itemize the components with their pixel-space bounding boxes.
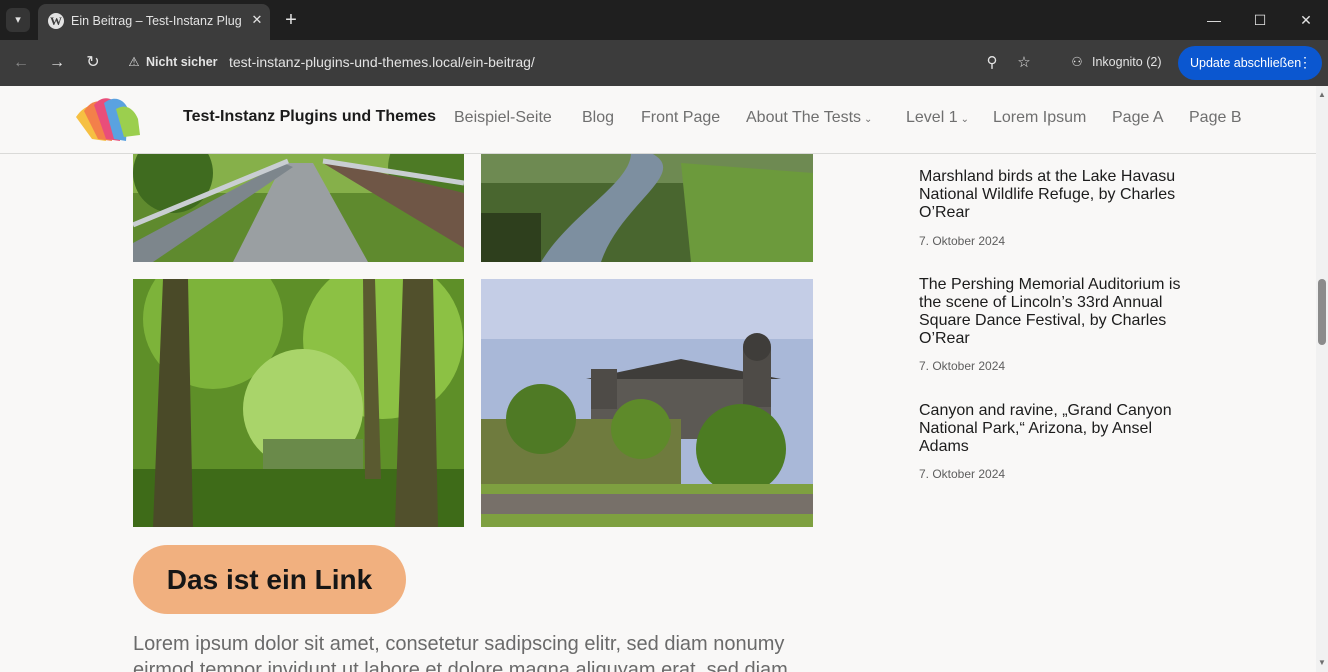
scrollbar-thumb[interactable] (1318, 279, 1326, 345)
menu-item-label: Level 1 (906, 109, 958, 126)
menu-item-page-a[interactable]: Page A (1112, 109, 1164, 127)
site-title[interactable]: Test-Instanz Plugins und Themes (183, 108, 436, 126)
browser-tab-active[interactable]: W Ein Beitrag – Test-Instanz Plugins und… (38, 4, 270, 40)
site-header: Test-Instanz Plugins und Themes Beispiel… (0, 86, 1316, 154)
incognito-label: Inkognito (2) (1092, 55, 1162, 69)
site-security-indicator[interactable]: ⚠ Nicht sicher (126, 54, 218, 72)
recent-post-title[interactable]: Canyon and ravine, „Grand Canyon Nationa… (919, 402, 1181, 456)
menu-item-label: Beispiel-Seite (454, 109, 552, 126)
gallery-image-castle[interactable] (481, 279, 813, 527)
menu-item-page-b[interactable]: Page B (1189, 109, 1241, 127)
minimize-icon[interactable]: — (1201, 8, 1227, 32)
menu-item-label: Blog (582, 109, 615, 126)
warning-icon: ⚠ (128, 55, 140, 69)
menu-item-blog[interactable]: Blog (582, 109, 614, 127)
chevron-down-icon: ⌄ (864, 114, 873, 125)
gallery-image-forest[interactable] (133, 279, 464, 527)
menu-item-about-the-tests[interactable]: About The Tests ⌄ (746, 109, 872, 127)
menu-item-label: Page A (1112, 109, 1164, 126)
kebab-icon[interactable]: ⋮ (1298, 54, 1312, 71)
menu-item-front-page[interactable]: Front Page (641, 109, 720, 127)
browser-toolbar: ← → ↻ ⚠ Nicht sicher test-instanz-plugins… (0, 40, 1328, 86)
menu-item-label: Front Page (641, 109, 721, 126)
recent-post-title[interactable]: Marshland birds at the Lake Havasu Natio… (919, 168, 1181, 222)
maximize-icon[interactable]: ☐ (1247, 8, 1273, 32)
site-logo[interactable] (74, 95, 144, 141)
incognito-icon: ⚇ (1071, 55, 1083, 69)
recent-post-date: 7. Oktober 2024 (919, 467, 1006, 481)
recent-post-title[interactable]: The Pershing Memorial Auditorium is the … (919, 276, 1181, 348)
link-button[interactable]: Das ist ein Link (133, 545, 406, 614)
page-scrollbar[interactable]: ▲ ▼ (1316, 86, 1328, 672)
gallery-image-bridge[interactable] (133, 153, 464, 262)
forward-arrow-right-icon[interactable]: → (45, 51, 69, 75)
browser-tab-bar: ▾ W Ein Beitrag – Test-Instanz Plugins u… (0, 0, 1328, 40)
back-arrow-left-icon[interactable]: ← (9, 51, 33, 75)
menu-item-lorem-ipsum[interactable]: Lorem Ipsum (993, 109, 1086, 127)
tab-search-chevron-down-icon[interactable]: ▾ (6, 8, 30, 32)
chevron-down-icon: ⌄ (960, 114, 969, 125)
page-viewport: Test-Instanz Plugins und Themes Beispiel… (0, 86, 1316, 672)
incognito-indicator[interactable]: ⚇ Inkognito (2) (1068, 54, 1161, 69)
zoom-icon[interactable]: ⚲ (981, 52, 1003, 74)
menu-item-level-1[interactable]: Level 1 ⌄ (906, 109, 969, 127)
wordpress-icon: W (48, 13, 64, 29)
menu-item-label: About The Tests (746, 109, 862, 126)
menu-item-beispiel-seite[interactable]: Beispiel-Seite (454, 109, 552, 127)
close-icon[interactable]: ✕ (248, 11, 266, 29)
window-close-icon[interactable]: ✕ (1293, 8, 1319, 32)
recent-post-date: 7. Oktober 2024 (919, 359, 1006, 373)
menu-item-label: Lorem Ipsum (993, 109, 1087, 126)
gallery-image-river[interactable] (481, 153, 813, 262)
update-button[interactable]: Update abschließen ⋮ (1178, 46, 1322, 80)
tab-title: Ein Beitrag – Test-Instanz Plugins und T… (71, 14, 241, 28)
new-tab-plus-icon[interactable]: + (280, 9, 302, 31)
reload-icon[interactable]: ↻ (81, 51, 105, 75)
security-label: Nicht sicher (146, 55, 218, 69)
address-bar-url[interactable]: test-instanz-plugins-und-themes.local/ei… (229, 54, 535, 70)
recent-post-date: 7. Oktober 2024 (919, 234, 1006, 248)
scroll-up-icon[interactable]: ▲ (1317, 90, 1327, 100)
lorem-paragraph: Lorem ipsum dolor sit amet, consetetur s… (133, 633, 788, 672)
menu-item-label: Page B (1189, 109, 1242, 126)
scroll-down-icon[interactable]: ▼ (1317, 658, 1327, 668)
bookmark-star-icon[interactable]: ☆ (1013, 52, 1035, 74)
update-label: Update abschließen (1190, 56, 1302, 70)
